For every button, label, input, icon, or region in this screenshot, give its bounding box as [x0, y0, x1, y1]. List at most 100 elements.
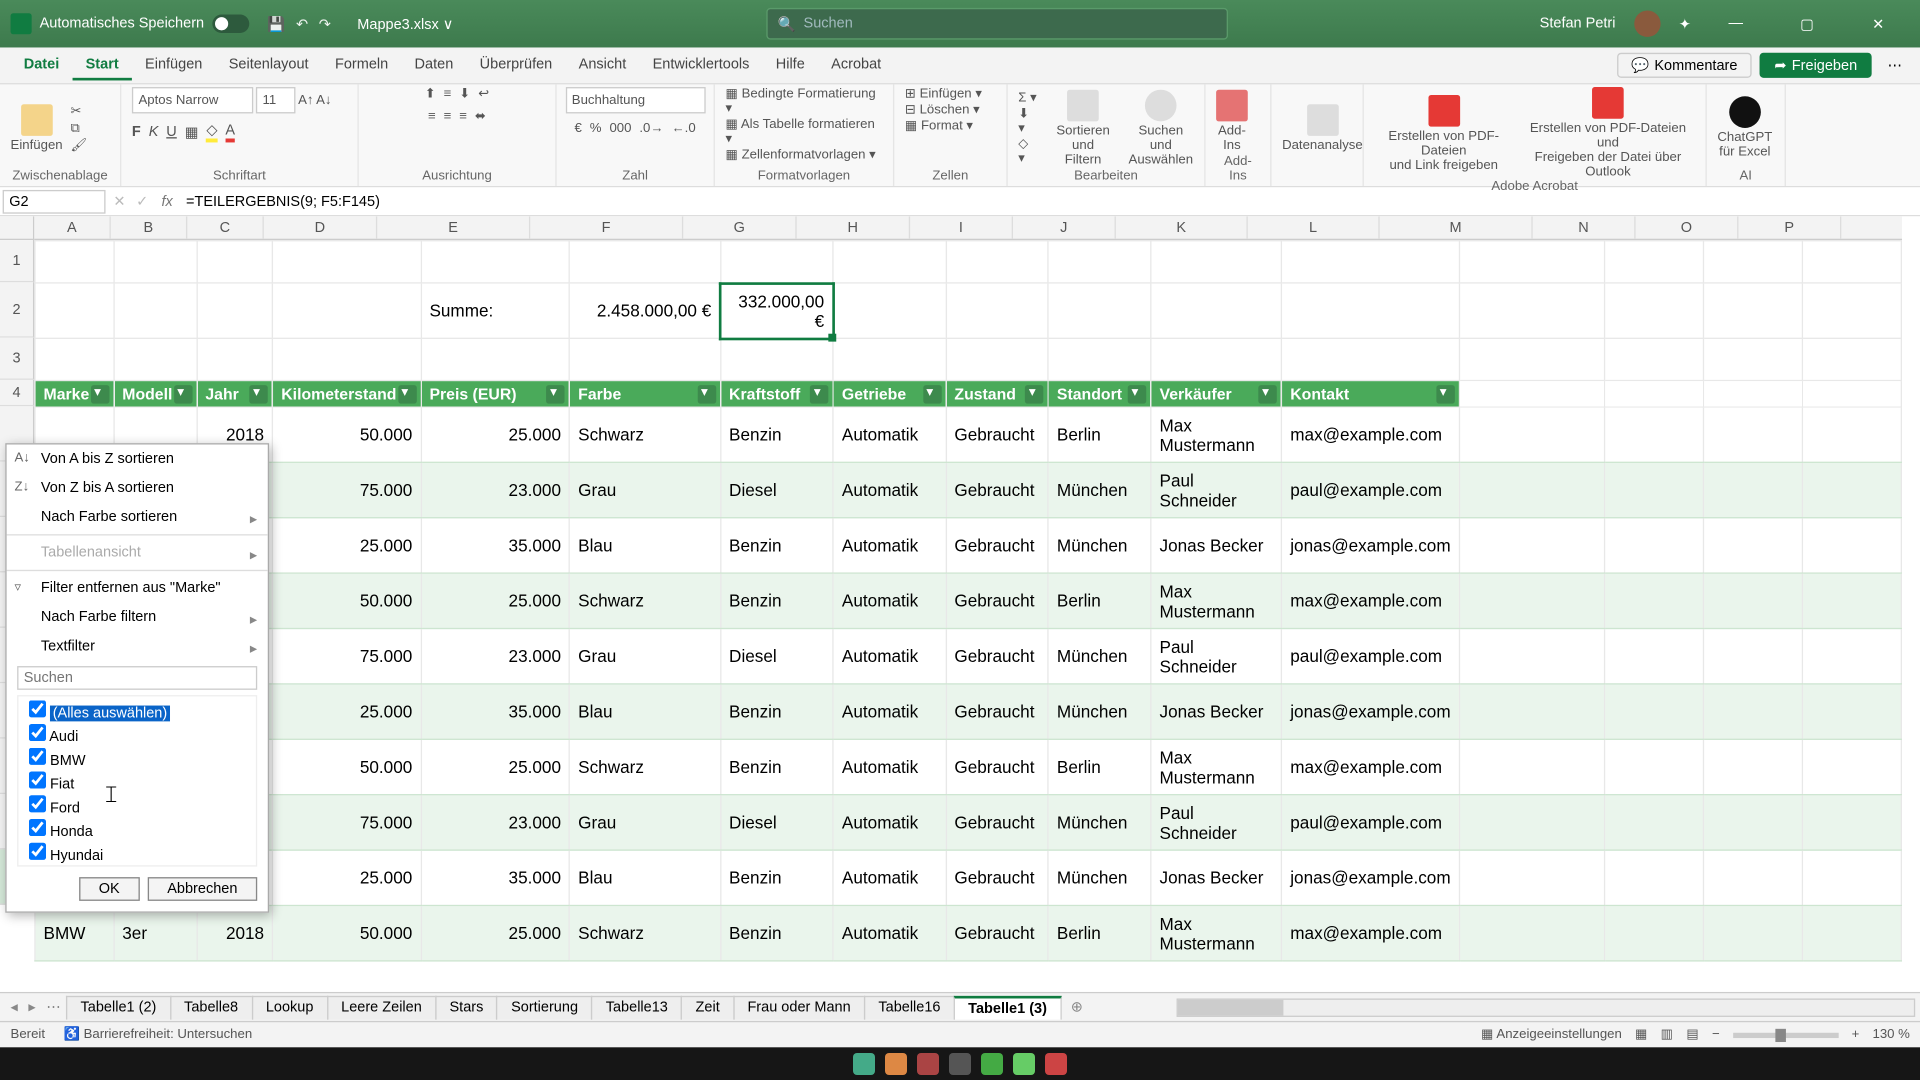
copy-icon[interactable]: ⧉ [71, 121, 88, 136]
taskbar-icon[interactable] [853, 1053, 875, 1075]
minimize-button[interactable]: — [1709, 5, 1762, 42]
filter-item-checkbox[interactable]: Audi [29, 723, 245, 747]
undo-icon[interactable]: ↶ [296, 15, 308, 32]
taskbar-icon[interactable] [1045, 1053, 1067, 1075]
filter-cancel-button[interactable]: Abbrechen [147, 877, 257, 901]
col-header[interactable]: D [264, 216, 377, 238]
percent-icon[interactable]: % [590, 121, 602, 136]
taskbar-icon[interactable] [917, 1053, 939, 1075]
table-header-farbe[interactable]: Farbe [570, 381, 721, 407]
sheet-tab[interactable]: Sortierung [497, 995, 593, 1019]
col-header[interactable]: G [683, 216, 796, 238]
table-row[interactable]: 201850.00025.000SchwarzBenzinAutomatikGe… [35, 573, 1901, 628]
format-cells-button[interactable]: ▦ Format ▾ [905, 119, 973, 134]
col-header[interactable]: I [910, 216, 1013, 238]
clear-icon[interactable]: ◇ ▾ [1018, 137, 1038, 166]
col-header[interactable]: N [1533, 216, 1636, 238]
formula-input[interactable]: =TEILERGEBNIS(9; F5:F145) [181, 193, 1920, 209]
sheet-tab[interactable]: Tabelle1 (2) [66, 995, 171, 1019]
filter-arrow-icon[interactable] [1128, 385, 1146, 403]
table-row[interactable]: BMW3er201850.00025.000SchwarzBenzinAutom… [35, 905, 1901, 960]
table-row[interactable]: 201675.00023.000GrauDieselAutomatikGebra… [35, 629, 1901, 684]
table-header-zustand[interactable]: Zustand [946, 381, 1049, 407]
ribbon-tab-entwicklertools[interactable]: Entwicklertools [639, 51, 762, 80]
zoom-level[interactable]: 130 % [1873, 1028, 1910, 1043]
user-avatar[interactable] [1634, 11, 1660, 37]
find-select-button[interactable]: Suchen und Auswählen [1128, 89, 1194, 167]
view-normal-icon[interactable]: ▦ [1635, 1028, 1647, 1043]
inc-decimal-icon[interactable]: .0→ [639, 121, 663, 136]
cond-format-button[interactable]: ▦ Bedingte Formatierung ▾ [725, 87, 882, 116]
number-format-select[interactable]: Buchhaltung [565, 87, 705, 113]
sheet-tab[interactable]: Leere Zeilen [327, 995, 437, 1019]
table-row[interactable]: 201925.00035.000BlauBenzinAutomatikGebra… [35, 518, 1901, 573]
sheet-tab[interactable]: Tabelle13 [591, 995, 682, 1019]
col-header[interactable]: O [1636, 216, 1739, 238]
taskbar-icon[interactable] [949, 1053, 971, 1075]
align-right-icon[interactable]: ≡ [459, 109, 467, 124]
display-settings-button[interactable]: ▦ Anzeigeeinstellungen [1481, 1028, 1622, 1043]
col-header[interactable]: C [187, 216, 264, 238]
col-header[interactable]: P [1738, 216, 1841, 238]
sort-color-item[interactable]: Nach Farbe sortieren▸ [7, 503, 268, 532]
font-size-select[interactable]: 11 [256, 87, 296, 113]
ribbon-tab-formeln[interactable]: Formeln [322, 51, 402, 80]
ribbon-tab-einfügen[interactable]: Einfügen [132, 51, 216, 80]
filter-arrow-icon[interactable] [174, 385, 192, 403]
sort-az-item[interactable]: A↓Von A bis Z sortieren [7, 445, 268, 474]
pdf-share-link-button[interactable]: Erstellen von PDF-Dateien und Link freig… [1374, 94, 1513, 172]
filter-arrow-icon[interactable] [1025, 385, 1043, 403]
zoom-in-button[interactable]: + [1852, 1028, 1860, 1043]
filter-search-input[interactable] [17, 666, 257, 690]
sheet-nav-more[interactable]: ⋯ [41, 998, 66, 1015]
col-header[interactable]: B [111, 216, 188, 238]
ribbon-tab-ansicht[interactable]: Ansicht [565, 51, 639, 80]
ribbon-tab-start[interactable]: Start [72, 51, 131, 80]
comments-button[interactable]: 💬 Kommentare [1616, 53, 1751, 78]
taskbar-icon[interactable] [981, 1053, 1003, 1075]
bold-button[interactable]: F [132, 124, 141, 140]
filter-item-checkbox[interactable]: BMW [29, 747, 245, 771]
filename[interactable]: Mappe3.xlsx ∨ [357, 15, 453, 32]
align-top-icon[interactable]: ⬆ [425, 87, 436, 102]
filter-checklist[interactable]: (Alles auswählen) Audi BMW Fiat Ford Hon… [17, 695, 257, 866]
font-color-icon[interactable]: A [225, 122, 235, 142]
ribbon-tab-acrobat[interactable]: Acrobat [818, 51, 894, 80]
table-format-button[interactable]: ▦ Als Tabelle formatieren ▾ [725, 117, 882, 146]
add-sheet-button[interactable]: ⊕ [1060, 998, 1093, 1015]
autosum-icon[interactable]: Σ ▾ [1018, 90, 1038, 105]
col-header[interactable]: E [377, 216, 530, 238]
align-bottom-icon[interactable]: ⬇ [459, 87, 470, 102]
table-row[interactable]: 201675.00023.000GrauDieselAutomatikGebra… [35, 462, 1901, 517]
sheet-tab[interactable]: Tabelle16 [864, 995, 955, 1019]
filter-arrow-icon[interactable] [546, 385, 564, 403]
sheet-nav-next[interactable]: ▸ [23, 998, 41, 1015]
table-row[interactable]: 201675.00023.000GrauDieselAutomatikGebra… [35, 795, 1901, 850]
redo-icon[interactable]: ↷ [319, 15, 331, 32]
sort-filter-button[interactable]: Sortieren und Filtern [1046, 89, 1120, 167]
filter-item-checkbox[interactable]: Fiat [29, 770, 245, 794]
chatgpt-button[interactable]: ChatGPT für Excel [1717, 96, 1772, 159]
fill-icon[interactable]: ⬇ ▾ [1018, 106, 1038, 135]
table-header-marke[interactable]: Marke [35, 381, 114, 407]
zoom-out-button[interactable]: − [1712, 1028, 1720, 1043]
increase-font-icon[interactable]: A↑ [298, 93, 313, 108]
view-layout-icon[interactable]: ▥ [1661, 1028, 1673, 1043]
sheet-tab[interactable]: Frau oder Mann [733, 995, 865, 1019]
overflow-icon[interactable]: ⋯ [1880, 57, 1910, 74]
user-name[interactable]: Stefan Petri [1540, 16, 1616, 32]
filter-color-item[interactable]: Nach Farbe filtern▸ [7, 603, 268, 632]
col-header[interactable]: L [1248, 216, 1380, 238]
zoom-slider[interactable] [1733, 1032, 1839, 1037]
table-header-modell[interactable]: Modell [114, 381, 197, 407]
cut-icon[interactable]: ✂ [71, 104, 88, 119]
sheet-tab[interactable]: Tabelle1 (3) [954, 995, 1062, 1019]
filter-item-checkbox[interactable]: Hyundai [29, 842, 245, 866]
table-row[interactable]: 201925.00035.000BlauBenzinAutomatikGebra… [35, 684, 1901, 739]
row-header[interactable]: 4 [0, 380, 34, 406]
paste-button[interactable]: Einfügen [11, 104, 63, 153]
text-filter-item[interactable]: Textfilter▸ [7, 632, 268, 661]
merge-icon[interactable]: ⬌ [475, 109, 486, 124]
table-header-preis (eur)[interactable]: Preis (EUR) [421, 381, 570, 407]
filter-arrow-icon[interactable] [810, 385, 828, 403]
